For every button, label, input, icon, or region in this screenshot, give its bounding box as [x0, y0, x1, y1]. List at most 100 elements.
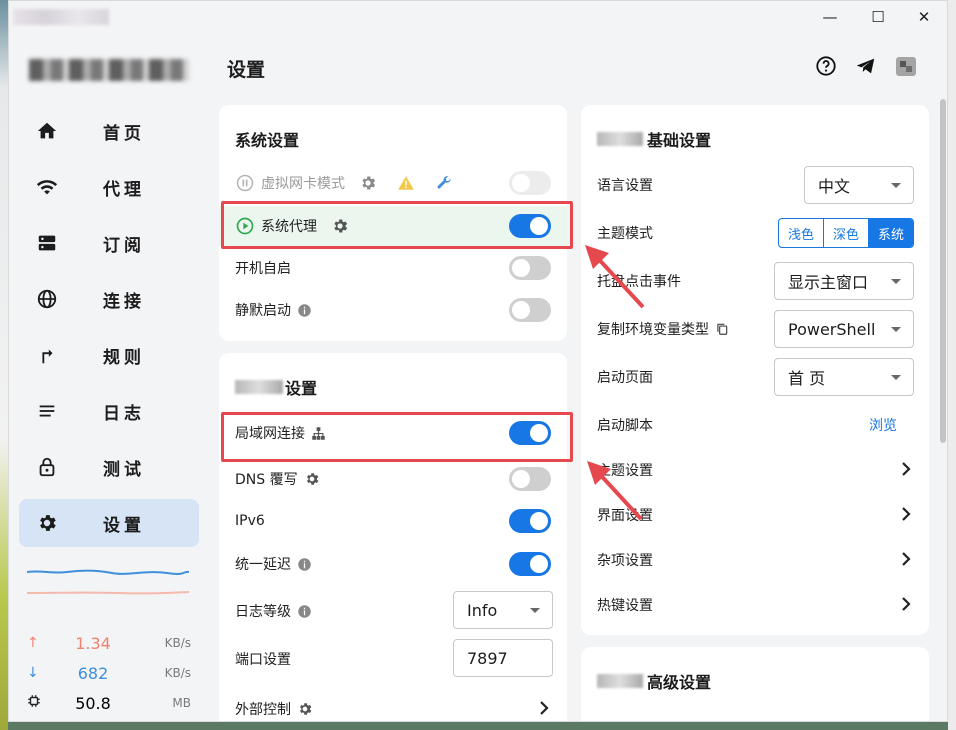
upload-speed-unit: KB/s — [164, 636, 191, 650]
sidebar-item-label: 首页 — [103, 123, 145, 144]
help-icon[interactable] — [813, 53, 839, 79]
theme-system-button[interactable]: 系统 — [869, 219, 913, 247]
advanced-settings-card: 高级设置 — [581, 647, 929, 721]
sidebar-item-test[interactable]: 测试 — [19, 443, 199, 491]
dns-override-toggle[interactable] — [509, 467, 551, 491]
chevron-right-icon — [901, 506, 911, 525]
chevron-down-icon — [891, 279, 901, 284]
theme-light-button[interactable]: 浅色 — [779, 219, 824, 247]
card-title: 基础设置 — [647, 131, 712, 150]
title-bar[interactable]: — ☐ ✕ — [9, 1, 947, 33]
chevron-right-icon — [901, 596, 911, 615]
card-title-blurred — [597, 674, 643, 688]
telegram-icon[interactable] — [853, 53, 879, 79]
startup-script-row: 启动脚本 浏览 — [581, 405, 929, 445]
sidebar-item-settings[interactable]: 设置 — [19, 499, 199, 547]
unified-delay-toggle[interactable] — [509, 552, 551, 576]
memory-usage: 50.8 MB — [27, 691, 191, 715]
sidebar: 首页 代理 订阅 连接 规则 日志 测试 设置 ↑ 1.34 KB/s ↓ 68… — [9, 33, 207, 721]
sidebar-item-label: 日志 — [103, 403, 145, 424]
start-page-select[interactable]: 首 页 — [774, 358, 914, 396]
memory-chip-icon — [27, 694, 47, 712]
maximize-button[interactable]: ☐ — [855, 5, 901, 29]
external-control-row[interactable]: 外部控制 — [219, 689, 567, 721]
hotkey-settings-row[interactable]: 热键设置 — [581, 585, 929, 625]
desktop-background-right — [948, 0, 956, 730]
env-type-label: 复制环境变量类型 — [597, 322, 709, 338]
silent-start-row: 静默启动 — [219, 290, 567, 330]
sidebar-item-proxy[interactable]: 代理 — [19, 163, 199, 211]
chevron-right-icon — [539, 700, 549, 719]
env-type-value: PowerShell — [788, 319, 876, 339]
sidebar-item-home[interactable]: 首页 — [19, 107, 199, 155]
card-title: 设置 — [285, 379, 318, 398]
minimize-button[interactable]: — — [807, 5, 853, 29]
external-control-label: 外部控制 — [235, 702, 291, 718]
ipv6-toggle[interactable] — [509, 509, 551, 533]
sidebar-item-connections[interactable]: 连接 — [19, 275, 199, 323]
ipv6-row: IPv6 — [219, 501, 567, 541]
silent-start-label: 静默启动 — [235, 303, 291, 319]
card-title-blurred — [597, 132, 643, 146]
auto-launch-toggle[interactable] — [509, 256, 551, 280]
env-type-select[interactable]: PowerShell — [774, 310, 914, 348]
log-level-value: Info — [467, 600, 498, 620]
sidebar-item-subscription[interactable]: 订阅 — [19, 219, 199, 267]
language-select[interactable]: 中文 — [804, 166, 914, 204]
hotkey-settings-label: 热键设置 — [597, 598, 653, 614]
silent-start-toggle[interactable] — [509, 298, 551, 322]
info-icon[interactable] — [297, 557, 312, 572]
info-icon[interactable] — [297, 604, 312, 619]
sidebar-nav: 首页 代理 订阅 连接 规则 日志 测试 设置 — [19, 107, 199, 555]
list-icon — [23, 400, 71, 422]
gear-icon[interactable] — [359, 174, 377, 192]
window-title-blurred — [13, 9, 109, 25]
info-icon[interactable] — [297, 303, 312, 318]
traffic-graph — [27, 569, 189, 595]
sidebar-item-label: 规则 — [103, 347, 145, 368]
copy-icon[interactable] — [715, 322, 729, 336]
misc-settings-label: 杂项设置 — [597, 553, 653, 569]
startup-script-label: 启动脚本 — [597, 418, 653, 434]
gear-icon[interactable] — [304, 471, 320, 487]
page-header: 设置 — [207, 33, 947, 95]
unified-delay-label: 统一延迟 — [235, 557, 291, 573]
sidebar-item-rules[interactable]: 规则 — [19, 331, 199, 379]
start-page-value: 首 页 — [788, 369, 826, 388]
basic-settings-card: 基础设置 语言设置 中文 主题模式 浅色 深色 系统 托盘点击事件 显示主窗口 … — [581, 105, 929, 635]
log-level-select[interactable]: Info — [453, 591, 553, 629]
close-button[interactable]: ✕ — [901, 5, 947, 29]
port-input[interactable]: 7897 — [453, 639, 553, 677]
sidebar-item-label: 订阅 — [103, 235, 145, 256]
app-logo-blurred — [29, 59, 189, 81]
browse-link[interactable]: 浏览 — [869, 415, 897, 435]
page-title: 设置 — [227, 59, 266, 81]
misc-settings-row[interactable]: 杂项设置 — [581, 540, 929, 580]
gear-icon[interactable] — [297, 701, 313, 717]
memory-usage-unit: MB — [172, 696, 191, 710]
upload-speed-value: 1.34 — [75, 633, 111, 653]
card-title: 系统设置 — [235, 131, 300, 150]
tun-mode-row: 虚拟网卡模式 — [219, 163, 567, 203]
sidebar-item-logs[interactable]: 日志 — [19, 387, 199, 435]
theme-dark-button[interactable]: 深色 — [824, 219, 869, 247]
lock-icon — [23, 456, 71, 478]
wrench-icon[interactable] — [435, 174, 453, 192]
theme-mode-segmented: 浅色 深色 系统 — [778, 218, 914, 248]
theme-mode-label: 主题模式 — [597, 226, 653, 242]
chevron-down-icon — [891, 375, 901, 380]
chevron-right-icon — [901, 551, 911, 570]
pause-circle-icon — [236, 174, 254, 192]
download-speed: ↓ 682 KB/s — [27, 661, 191, 685]
scrollbar[interactable] — [937, 95, 947, 721]
tun-mode-toggle[interactable] — [509, 171, 551, 195]
home-icon — [23, 120, 71, 142]
github-icon[interactable] — [893, 53, 919, 79]
scrollbar-thumb[interactable] — [940, 99, 946, 443]
download-arrow-icon: ↓ — [27, 665, 39, 681]
log-level-label: 日志等级 — [235, 604, 291, 620]
globe-icon — [23, 288, 71, 310]
tray-click-select[interactable]: 显示主窗口 — [774, 262, 914, 300]
port-value: 7897 — [467, 648, 508, 668]
upload-speed: ↑ 1.34 KB/s — [27, 631, 191, 655]
